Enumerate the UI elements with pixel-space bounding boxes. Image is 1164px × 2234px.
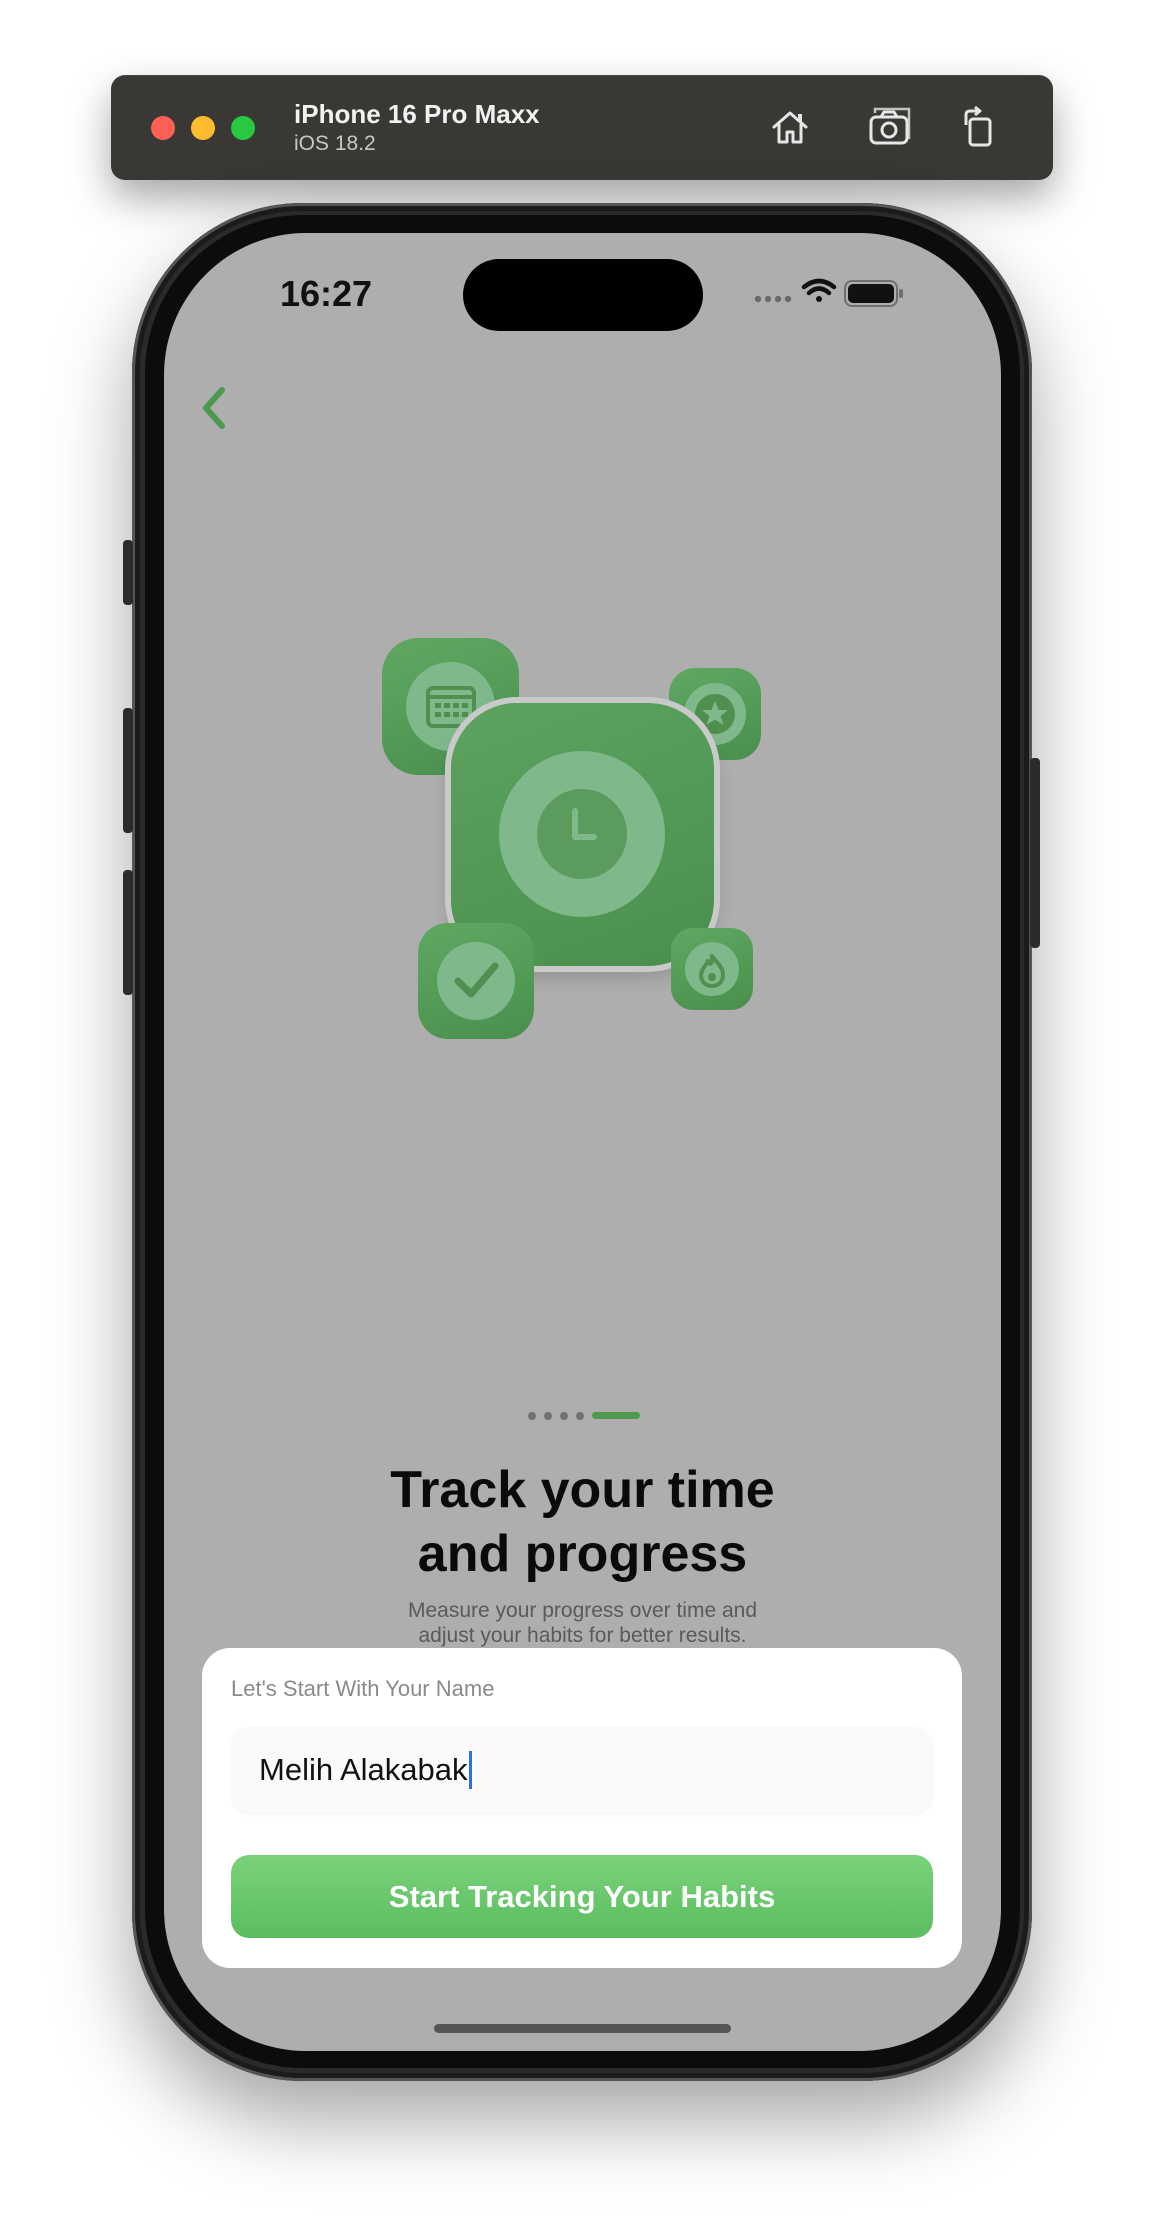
checkmark-icon [454,962,499,998]
onboarding-subtitle: Measure your progress over time and adju… [408,1599,757,1647]
status-icons [754,278,903,307]
page-dot[interactable] [528,1412,536,1420]
device-name: iPhone 16 Pro Maxx [294,99,540,129]
name-prompt-label: Let's Start With Your Name [231,1676,495,1701]
battery-icon [844,280,903,307]
volume-up-button [123,708,133,833]
name-input[interactable]: Melih Alakabak [231,1727,933,1813]
checkmark-tile [418,923,534,1039]
screenshot-icon [869,107,911,145]
home-icon [772,111,808,144]
flame-tile [671,928,753,1010]
page-dot[interactable] [544,1412,552,1420]
close-window-button[interactable] [151,116,175,140]
start-tracking-button[interactable]: Start Tracking Your Habits [231,1855,933,1938]
home-button[interactable] [766,103,814,151]
page-indicator[interactable] [528,1410,648,1422]
os-version: iOS 18.2 [294,132,376,155]
home-indicator[interactable] [434,2024,731,2033]
text-caret [468,1750,472,1789]
volume-down-button [123,870,133,995]
simulator-toolbar: iPhone 16 Pro Maxx iOS 18.2 [111,75,1053,180]
name-input-value-wrap: Melih Alakabak [259,1750,472,1789]
power-button [1030,758,1040,948]
back-button[interactable] [190,378,240,438]
onboarding-title: Track your time and progress [390,1461,775,1583]
phone-screen: 16:27 Track your time and progress Measu… [164,233,1001,2051]
status-time: 16:27 [280,273,373,314]
rotate-icon [964,105,992,147]
chevron-left-icon [203,387,225,429]
page-dot[interactable] [560,1412,568,1420]
name-entry-sheet: Let's Start With Your Name Melih Alakaba… [202,1648,962,1968]
page-dot-active[interactable] [592,1412,640,1419]
page-dot[interactable] [576,1412,584,1420]
rotate-button[interactable] [956,103,1004,151]
flame-icon [699,954,725,988]
wifi-icon [801,278,837,302]
signal-icon [754,295,792,303]
name-input-value: Melih Alakabak [259,1752,468,1787]
dynamic-island [463,259,703,331]
action-button [123,540,133,605]
zoom-window-button[interactable] [231,116,255,140]
screenshot-button[interactable] [866,103,914,151]
minimize-window-button[interactable] [191,116,215,140]
